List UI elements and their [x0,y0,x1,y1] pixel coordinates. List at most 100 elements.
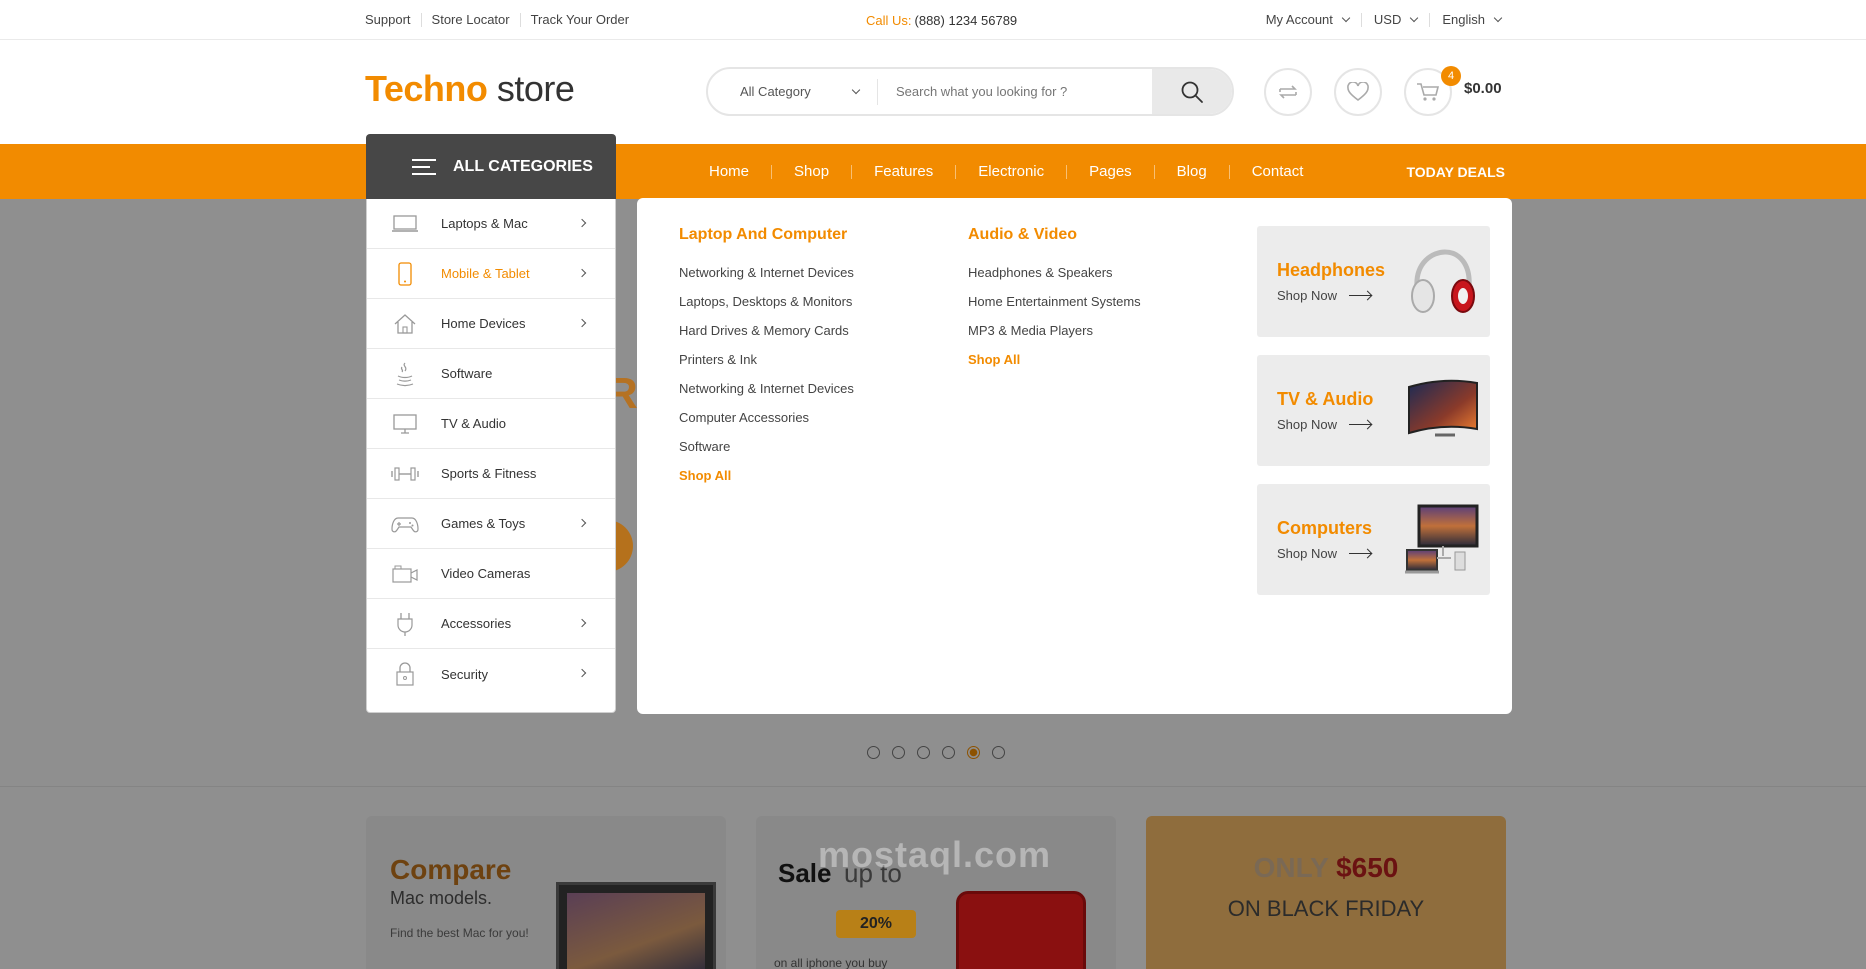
category-label: Accessories [441,616,512,631]
chevron-right-icon [577,218,587,228]
call-us-number: (888) 1234 56789 [914,12,1018,28]
promo-black-friday[interactable]: ONLY $650 ON BLACK FRIDAY [1146,816,1506,969]
search-category-label: All Category [740,84,811,99]
slider-dot[interactable] [942,746,955,759]
support-link[interactable]: Support [365,13,422,27]
arrow-right-icon [1348,294,1371,297]
tv-image [1408,379,1478,437]
computers-image [1405,504,1479,574]
nav-item-contact[interactable]: Contact [1228,164,1326,179]
shop-now-link[interactable]: Shop Now [1277,417,1371,432]
menu-icon [412,158,436,175]
shop-now-label: Shop Now [1277,546,1337,561]
camera-icon [391,560,419,588]
java-icon [391,360,419,388]
nav-item-home[interactable]: Home [687,164,771,179]
mega-link[interactable]: Computer Accessories [679,409,854,438]
mobile-icon [391,260,419,288]
category-item-mobile-tablet[interactable]: Mobile & Tablet [367,249,615,299]
chevron-right-icon [577,268,587,278]
category-item-home-devices[interactable]: Home Devices [367,299,615,349]
nav-item-electronic[interactable]: Electronic [955,164,1066,179]
category-item-sports-fitness[interactable]: Sports & Fitness [367,449,615,499]
slider-dot[interactable] [892,746,905,759]
mega-shop-all-link[interactable]: Shop All [679,467,854,496]
mega-link[interactable]: Software [679,438,854,467]
site-logo[interactable]: Techno store [365,68,575,110]
mega-shop-all-link[interactable]: Shop All [968,351,1141,380]
category-item-games-toys[interactable]: Games & Toys [367,499,615,549]
shop-now-label: Shop Now [1277,417,1337,432]
cart-icon [1417,83,1440,101]
category-item-tv-audio[interactable]: TV & Audio [367,399,615,449]
mega-column-title[interactable]: Laptop And Computer [679,226,854,244]
currency-dropdown[interactable]: USD [1362,13,1431,27]
mega-link[interactable]: MP3 & Media Players [968,322,1141,351]
category-item-accessories[interactable]: Accessories [367,599,615,649]
mega-link[interactable]: Headphones & Speakers [968,264,1141,293]
category-label: Sports & Fitness [441,466,537,481]
promo-card-computers[interactable]: Computers Shop Now [1257,484,1490,595]
category-item-video-cameras[interactable]: Video Cameras [367,549,615,599]
call-us-label: Call Us: [866,12,912,28]
chevron-right-icon [577,318,587,328]
promo-compare[interactable]: Compare Mac models. Find the best Mac fo… [366,816,726,969]
section-divider [0,786,1866,787]
home-icon [391,310,419,338]
slider-dot[interactable] [917,746,930,759]
chevron-right-icon [577,518,587,528]
mega-link[interactable]: Networking & Internet Devices [679,264,854,293]
promo-card-headphones[interactable]: Headphones Shop Now [1257,226,1490,337]
promo-card-title: Headphones [1277,260,1386,280]
promo-card-title: Computers [1277,518,1373,538]
today-deals-link[interactable]: TODAY DEALS [1406,144,1505,199]
call-us: Call Us: (888) 1234 56789 [866,0,1017,40]
mega-column-title[interactable]: Audio & Video [968,226,1141,244]
top-bar: Support Store Locator Track Your Order C… [0,0,1866,40]
track-order-link[interactable]: Track Your Order [521,13,640,27]
chevron-right-icon [577,618,587,628]
slider-dot[interactable] [992,746,1005,759]
nav-item-features[interactable]: Features [851,164,955,179]
iphone-image [956,891,1086,969]
promo-compare-desc: Find the best Mac for you! [390,926,529,940]
mega-link[interactable]: Home Entertainment Systems [968,293,1141,322]
store-locator-link[interactable]: Store Locator [422,13,521,27]
nav-item-shop[interactable]: Shop [771,164,851,179]
category-item-laptops-mac[interactable]: Laptops & Mac [367,199,615,249]
category-label: Games & Toys [441,516,526,531]
promo-card-tv-audio[interactable]: TV & Audio Shop Now [1257,355,1490,466]
top-dropdowns: My Account USD English [1254,0,1503,40]
search-input[interactable] [878,84,1152,99]
compare-button[interactable] [1264,68,1312,116]
mega-link[interactable]: Printers & Ink [679,351,854,380]
compare-icon [1279,85,1297,99]
category-label: Laptops & Mac [441,216,528,231]
laptop-icon [391,210,419,238]
mega-link[interactable]: Networking & Internet Devices [679,380,854,409]
category-item-security[interactable]: Security [367,649,615,699]
mega-link[interactable]: Laptops, Desktops & Monitors [679,293,854,322]
slider-dots [867,746,1017,759]
plug-icon [391,610,419,638]
mega-column-audio: Audio & Video Headphones & Speakers Home… [968,226,1141,380]
search-button[interactable] [1152,69,1232,114]
slider-dot[interactable] [867,746,880,759]
mega-link[interactable]: Hard Drives & Memory Cards [679,322,854,351]
cart-total[interactable]: $0.00 [1464,80,1502,97]
shop-now-link[interactable]: Shop Now [1277,288,1371,303]
shop-now-link[interactable]: Shop Now [1277,546,1371,561]
all-categories-toggle[interactable]: ALL CATEGORIES [366,134,616,199]
all-categories-label: ALL CATEGORIES [453,157,593,175]
language-dropdown[interactable]: English [1430,13,1503,27]
category-item-software[interactable]: Software [367,349,615,399]
nav-item-blog[interactable]: Blog [1153,164,1229,179]
nav-item-pages[interactable]: Pages [1066,164,1154,179]
category-label: TV & Audio [441,416,507,431]
slider-dot-active[interactable] [967,746,980,759]
monitor-icon [391,410,419,438]
promo-only-price: $650 [1336,852,1399,883]
wishlist-button[interactable] [1334,68,1382,116]
search-category-select[interactable]: All Category [708,78,878,105]
my-account-dropdown[interactable]: My Account [1254,13,1362,27]
